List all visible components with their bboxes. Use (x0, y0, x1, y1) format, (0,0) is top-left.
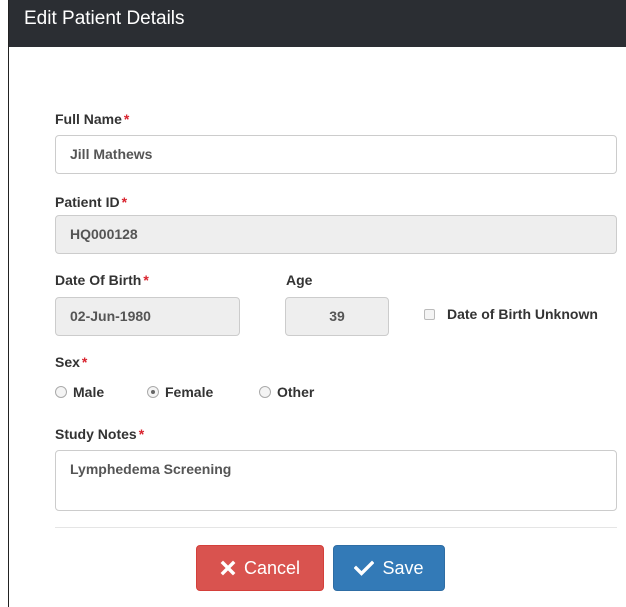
patient-id-input[interactable]: HQ000128 (55, 215, 617, 254)
age-label: Age (286, 272, 313, 288)
full-name-input[interactable]: Jill Mathews (55, 135, 617, 174)
cancel-button[interactable]: Cancel (196, 545, 324, 591)
dob-input[interactable]: 02-Jun-1980 (55, 297, 240, 336)
dob-unknown-label: Date of Birth Unknown (447, 306, 598, 322)
close-icon (220, 560, 236, 576)
checkmark-icon (354, 560, 375, 576)
checkbox-icon[interactable] (424, 308, 435, 320)
study-notes-textarea[interactable]: Lymphedema Screening (55, 450, 617, 511)
dob-label: Date Of Birth * (55, 272, 149, 288)
patient-id-label-text: Patient ID (55, 194, 120, 210)
sex-option-female[interactable]: Female (147, 384, 213, 400)
sex-label-text: Sex (55, 354, 80, 370)
full-name-label-text: Full Name (55, 111, 122, 127)
save-button-label: Save (382, 557, 424, 578)
study-notes-label-text: Study Notes (55, 426, 137, 442)
sex-option-male[interactable]: Male (55, 384, 104, 400)
sex-label: Sex * (55, 354, 87, 370)
radio-checked-icon[interactable] (147, 386, 159, 398)
edit-patient-modal: Edit Patient Details Full Name * Jill Mat… (8, 0, 626, 607)
full-name-label: Full Name * (55, 111, 129, 127)
dob-unknown-checkbox[interactable]: Date of Birth Unknown (424, 306, 598, 322)
sex-option-other[interactable]: Other (259, 384, 314, 400)
required-marker: * (81, 354, 88, 370)
dob-label-text: Date Of Birth (55, 272, 142, 288)
required-marker: * (123, 111, 130, 127)
radio-icon[interactable] (55, 386, 67, 398)
patient-id-label: Patient ID * (55, 194, 127, 210)
cancel-button-label: Cancel (243, 557, 301, 578)
save-button[interactable]: Save (333, 545, 445, 591)
sex-option-label: Other (277, 384, 315, 400)
study-notes-label: Study Notes * (55, 426, 144, 442)
radio-icon[interactable] (259, 386, 271, 398)
modal-title: Edit Patient Details (9, 0, 626, 47)
footer-divider (55, 527, 617, 528)
required-marker: * (121, 194, 128, 210)
sex-option-label: Male (73, 384, 105, 400)
required-marker: * (138, 426, 145, 442)
age-input[interactable]: 39 (285, 297, 389, 336)
sex-option-label: Female (165, 384, 214, 400)
required-marker: * (143, 272, 149, 288)
